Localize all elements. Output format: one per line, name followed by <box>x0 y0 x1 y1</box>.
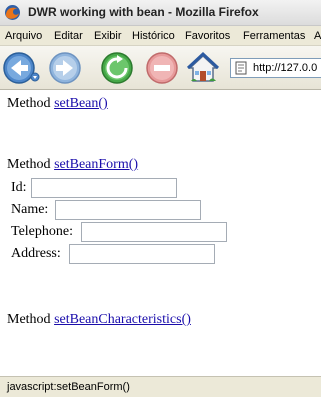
firefox-icon <box>5 5 20 20</box>
menu-historico[interactable]: Histórico <box>132 30 175 42</box>
setbeanform-link[interactable]: setBeanForm() <box>54 157 138 172</box>
setbeancharacteristics-link[interactable]: setBeanCharacteristics() <box>54 312 191 327</box>
status-bar: javascript:setBeanForm() <box>0 376 321 397</box>
name-label: Name: <box>11 202 49 217</box>
back-button[interactable] <box>2 51 40 85</box>
form-row-telephone: Telephone: <box>11 222 231 242</box>
telephone-label: Telephone: <box>11 224 73 239</box>
name-field[interactable] <box>55 200 201 220</box>
method-prefix: Method <box>7 157 51 172</box>
menu-ferramentas[interactable]: Ferramentas <box>243 30 305 42</box>
menu-ajuda-partial[interactable]: A <box>314 30 321 42</box>
method-prefix: Method <box>7 96 51 111</box>
forward-icon <box>49 52 81 84</box>
page-icon <box>235 61 247 75</box>
navigation-toolbar: http://127.0.0 <box>0 46 321 90</box>
reload-icon <box>101 52 133 84</box>
form-row-name: Name: <box>11 200 206 220</box>
status-text: javascript:setBeanForm() <box>7 381 130 393</box>
form-row-id: Id: <box>11 178 181 198</box>
address-bar[interactable]: http://127.0.0 <box>230 58 321 78</box>
home-icon <box>186 51 220 82</box>
address-label: Address: <box>11 246 61 261</box>
form-row-address: Address: <box>11 244 221 264</box>
forward-button[interactable] <box>48 51 82 85</box>
address-value: http://127.0.0 <box>253 62 318 74</box>
window-titlebar: DWR working with bean - Mozilla Firefox <box>0 0 321 26</box>
method-prefix: Method <box>7 312 51 327</box>
page-content: Method setBean() Method setBeanForm() Id… <box>0 90 321 376</box>
menu-editar[interactable]: Editar <box>54 30 83 42</box>
id-label: Id: <box>11 180 27 195</box>
telephone-field[interactable] <box>81 222 227 242</box>
menu-arquivo[interactable]: Arquivo <box>5 30 42 42</box>
menu-bar: Arquivo Editar Exibir Histórico Favorito… <box>0 26 321 46</box>
method-line-setbeancharacteristics: Method setBeanCharacteristics() <box>7 312 191 328</box>
stop-icon <box>146 52 178 84</box>
setbean-link[interactable]: setBean() <box>54 96 108 111</box>
menu-exibir[interactable]: Exibir <box>94 30 122 42</box>
menu-favoritos[interactable]: Favoritos <box>185 30 230 42</box>
method-line-setbean: Method setBean() <box>7 96 108 112</box>
method-line-setbeanform: Method setBeanForm() <box>7 157 138 173</box>
stop-button[interactable] <box>145 51 179 85</box>
window-title: DWR working with bean - Mozilla Firefox <box>28 5 259 19</box>
reload-button[interactable] <box>100 51 134 85</box>
home-button[interactable] <box>186 51 220 85</box>
id-field[interactable] <box>31 178 177 198</box>
address-field[interactable] <box>69 244 215 264</box>
back-icon <box>3 52 40 84</box>
